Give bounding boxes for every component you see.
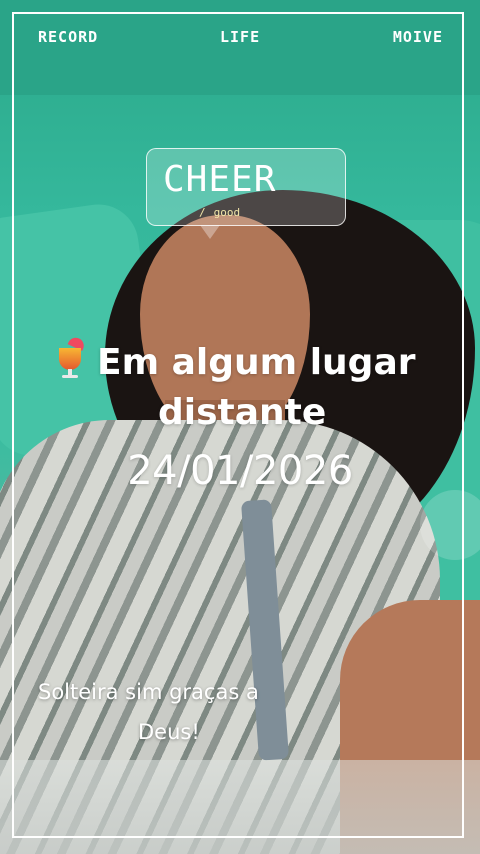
caption-text: Solteira sim graças a Deus! — [38, 672, 338, 752]
sticker-subtitle-text: good — [213, 206, 241, 219]
sticker-subtitle: / good — [199, 206, 240, 219]
top-nav: RECORD LIFE MOIVE — [0, 28, 480, 52]
sticker-subtitle-slash: / — [199, 206, 206, 219]
sticker-title: CHEER — [163, 159, 277, 200]
cheer-sticker[interactable]: CHEER / good — [146, 148, 346, 226]
location-line2: distante — [158, 392, 327, 433]
nav-life[interactable]: LIFE — [220, 28, 260, 46]
nav-record[interactable]: RECORD — [38, 28, 98, 46]
date-text: 24/01/2026 — [127, 448, 353, 494]
nav-moive[interactable]: MOIVE — [393, 28, 443, 46]
location-line1: Em algum lugar — [97, 342, 416, 383]
caption-line2: Deus! — [138, 720, 200, 744]
location-text: Em algum lugar distante — [55, 335, 465, 438]
tropical-drink-icon — [55, 335, 89, 380]
caption-line1: Solteira sim graças a — [38, 680, 259, 704]
bottom-fade-overlay — [0, 760, 480, 854]
sticker-tail — [200, 225, 220, 239]
